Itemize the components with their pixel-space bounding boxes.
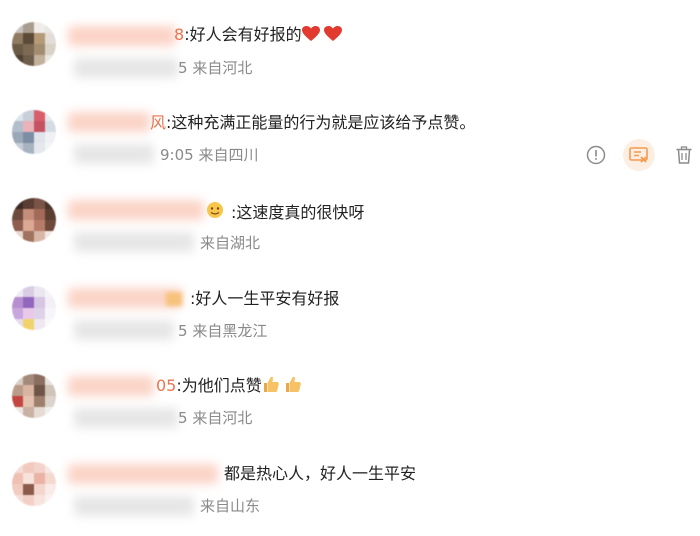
comment-body: 都是热心人，好人一生平安	[224, 464, 417, 483]
username-blurred[interactable]	[68, 200, 204, 220]
comment-body: :这速度真的很快呀	[231, 203, 365, 222]
report-flag-icon	[629, 147, 648, 163]
comment-text: 8:好人会有好报的	[174, 24, 342, 46]
delete-button[interactable]	[671, 142, 697, 168]
username-blurred[interactable]	[68, 464, 218, 484]
location-label: 来自黑龙江	[192, 322, 268, 340]
comment-item: 05:为他们点赞 5 来自河北	[0, 360, 700, 448]
heart-emoji-icon	[301, 26, 320, 41]
timestamp-blurred	[74, 232, 194, 252]
timestamp-blurred	[74, 144, 154, 164]
comment-text: :这速度真的很快呀	[205, 200, 364, 224]
comment-text: 都是热心人，好人一生平安	[224, 463, 416, 485]
comment-meta: 9:05 来自四川	[160, 145, 258, 165]
username-blurred[interactable]	[68, 112, 150, 132]
location-label: 来自河北	[192, 59, 253, 77]
avatar[interactable]	[12, 110, 56, 154]
username-visible[interactable]: 05	[156, 376, 176, 395]
comment-item: 都是热心人，好人一生平安 来自山东	[0, 448, 700, 536]
avatar[interactable]	[12, 198, 56, 242]
timestamp-blurred	[74, 496, 194, 516]
timestamp-blurred	[74, 408, 178, 428]
avatar[interactable]	[12, 286, 56, 330]
username-visible[interactable]: 8	[174, 25, 184, 44]
comment-item: 8:好人会有好报的 5 来自河北	[0, 10, 700, 98]
username-visible[interactable]: 风	[150, 113, 166, 132]
avatar[interactable]	[12, 462, 56, 506]
heart-emoji-icon	[323, 26, 342, 41]
comment-meta: 来自山东	[200, 496, 260, 516]
comment-body: :为他们点赞	[176, 376, 262, 395]
location-label: 来自湖北	[200, 234, 261, 252]
avatar[interactable]	[12, 374, 56, 418]
trash-icon	[676, 146, 692, 164]
comment-text: 05:为他们点赞	[156, 375, 302, 397]
comment-item: :这速度真的很快呀 来自湖北	[0, 184, 700, 272]
comment-body: :好人一生平安有好报	[190, 289, 340, 308]
location-label: 来自河北	[192, 409, 253, 427]
comment-text: 风:这种充满正能量的行为就是应该给予点赞。	[150, 112, 475, 134]
comment-item: :好人一生平安有好报 5 来自黑龙江	[0, 272, 700, 360]
username-blurred[interactable]	[68, 288, 182, 308]
timestamp-visible: 9:05	[160, 146, 194, 164]
comment-text: :好人一生平安有好报	[190, 288, 339, 310]
avatar[interactable]	[12, 22, 56, 66]
username-blurred[interactable]	[68, 26, 176, 46]
username-blurred[interactable]	[68, 376, 154, 396]
comment-meta: 来自湖北	[200, 233, 260, 253]
location-label: 来自四川	[198, 146, 259, 164]
thumbs-up-emoji-icon	[263, 376, 279, 392]
comment-meta: 5 来自黑龙江	[178, 321, 267, 341]
comment-meta: 5 来自河北	[178, 58, 252, 78]
comment-body: :好人会有好报的	[184, 25, 302, 44]
timestamp-visible: 5	[178, 409, 188, 427]
flag-comment-button[interactable]	[623, 139, 655, 171]
thumbs-up-emoji-icon	[285, 376, 301, 392]
location-label: 来自山东	[200, 497, 261, 515]
timestamp-blurred	[74, 58, 178, 78]
timestamp-visible: 5	[178, 322, 188, 340]
comment-body: :这种充满正能量的行为就是应该给予点赞。	[166, 113, 476, 132]
report-button[interactable]	[583, 142, 609, 168]
emoji-blurred	[166, 292, 182, 306]
comment-item: 风:这种充满正能量的行为就是应该给予点赞。 9:05 来自四川	[0, 96, 700, 184]
timestamp-blurred	[74, 320, 174, 340]
exclamation-circle-icon	[586, 145, 606, 165]
emoji-icon	[207, 202, 223, 218]
comment-meta: 5 来自河北	[178, 408, 252, 428]
timestamp-visible: 5	[178, 59, 188, 77]
